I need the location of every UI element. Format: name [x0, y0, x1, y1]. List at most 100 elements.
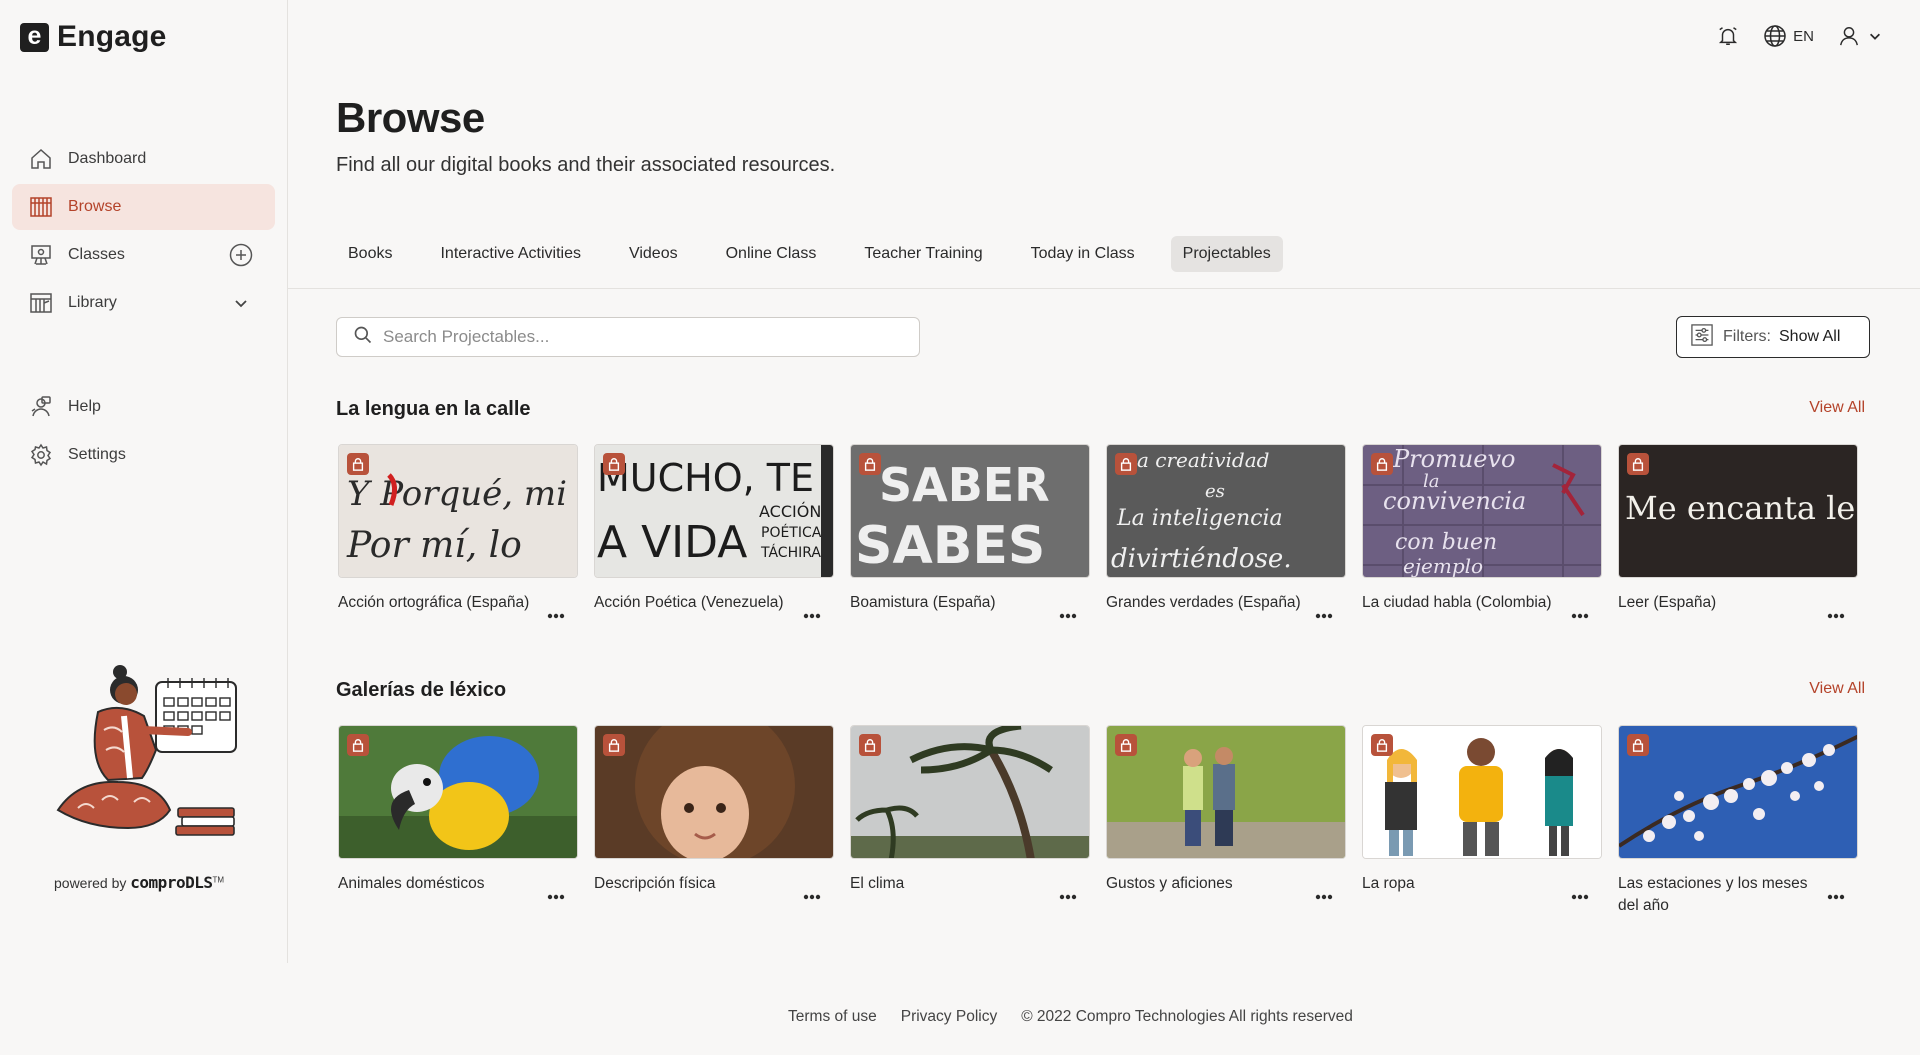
card-thumbnail[interactable]: Y Porqué, mi Por mí, lo	[338, 444, 578, 578]
tab-today-in-class[interactable]: Today in Class	[1019, 236, 1147, 272]
gear-icon	[28, 442, 54, 468]
powered-by: powered by comproDLSTM	[54, 873, 224, 892]
powered-tm: TM	[212, 875, 225, 885]
sidebar-item-label: Settings	[68, 446, 126, 463]
card-thumbnail[interactable]	[1106, 725, 1346, 859]
app-name: Engage	[57, 20, 167, 53]
svg-text:Me encanta leer.: Me encanta leer.	[1625, 489, 1858, 527]
tab-interactive-activities[interactable]: Interactive Activities	[428, 236, 593, 272]
card-title[interactable]: Leer (España)	[1618, 592, 1818, 614]
lock-icon	[603, 734, 625, 756]
card-title[interactable]: Acción ortográfica (España)	[338, 592, 538, 614]
more-options-icon[interactable]	[544, 885, 568, 909]
projectable-card[interactable]: Gustos y aficiones	[1106, 725, 1346, 917]
card-thumbnail[interactable]: MUCHO, TE A VIDA ACCIÓN POÉTICA TÁCHIRA	[594, 444, 834, 578]
sidebar-item-browse[interactable]: Browse	[12, 184, 275, 230]
projectable-card[interactable]: a creatividad es La inteligencia divirti…	[1106, 444, 1346, 619]
help-icon	[28, 394, 54, 420]
sidebar-item-help[interactable]: Help	[12, 384, 275, 430]
tab-online-class[interactable]: Online Class	[714, 236, 829, 272]
powered-brand: comproDLS	[130, 873, 213, 892]
tab-teacher-training[interactable]: Teacher Training	[852, 236, 994, 272]
card-thumbnail[interactable]: Promuevo la convivencia con buen ejemplo	[1362, 444, 1602, 578]
more-options-icon[interactable]	[1312, 885, 1336, 909]
card-thumbnail[interactable]	[1618, 725, 1858, 859]
card-title[interactable]: Boamistura (España)	[850, 592, 1050, 614]
card-row-la-lengua: Y Porqué, mi Por mí, lo Acción ortográfi…	[338, 444, 1874, 619]
card-title[interactable]: El clima	[850, 873, 1050, 895]
tab-videos[interactable]: Videos	[617, 236, 690, 272]
language-code: EN	[1793, 27, 1814, 45]
card-thumbnail[interactable]	[850, 725, 1090, 859]
card-title[interactable]: Gustos y aficiones	[1106, 873, 1306, 895]
lock-icon	[1627, 734, 1649, 756]
privacy-link[interactable]: Privacy Policy	[901, 1008, 997, 1026]
more-options-icon[interactable]	[800, 885, 824, 909]
sidebar-item-library[interactable]: Library	[12, 280, 275, 326]
card-title[interactable]: Las estaciones y los meses del año	[1618, 873, 1818, 917]
more-options-icon[interactable]	[1824, 885, 1848, 909]
notifications-button[interactable]	[1717, 25, 1739, 47]
sidebar-item-settings[interactable]: Settings	[12, 432, 275, 478]
card-thumbnail[interactable]: Me encanta leer.	[1618, 444, 1858, 578]
view-all-link[interactable]: View All	[1809, 680, 1865, 698]
projectable-card[interactable]: La ropa	[1362, 725, 1602, 917]
tab-projectables[interactable]: Projectables	[1170, 236, 1283, 272]
card-title[interactable]: Animales domésticos	[338, 873, 538, 895]
projectable-card[interactable]: Animales domésticos	[338, 725, 578, 917]
svg-text:TÁCHIRA: TÁCHIRA	[760, 544, 821, 561]
more-options-icon[interactable]	[1568, 604, 1592, 628]
card-thumbnail[interactable]	[594, 725, 834, 859]
tab-books[interactable]: Books	[336, 236, 404, 272]
lock-icon	[1371, 734, 1393, 756]
filters-label: Filters:	[1723, 328, 1771, 345]
sidebar-item-dashboard[interactable]: Dashboard	[12, 136, 275, 182]
classes-icon	[28, 242, 54, 268]
language-selector[interactable]: EN	[1763, 24, 1814, 48]
projectable-card[interactable]: Las estaciones y los meses del año	[1618, 725, 1858, 917]
app-logo[interactable]: e Engage	[20, 20, 167, 54]
projectable-card[interactable]: MUCHO, TE A VIDA ACCIÓN POÉTICA TÁCHIRA …	[594, 444, 834, 619]
sidebar-item-classes[interactable]: Classes	[12, 232, 275, 278]
more-options-icon[interactable]	[544, 604, 568, 628]
projectable-card[interactable]: SABER SABES Boamistura (España)	[850, 444, 1090, 619]
search-icon	[353, 325, 373, 350]
card-title[interactable]: La ropa	[1362, 873, 1562, 895]
terms-link[interactable]: Terms of use	[788, 1008, 877, 1026]
more-options-icon[interactable]	[1056, 885, 1080, 909]
chevron-down-icon[interactable]	[229, 291, 253, 315]
card-title[interactable]: Descripción física	[594, 873, 794, 895]
card-thumbnail[interactable]	[338, 725, 578, 859]
secondary-nav: Help Settings	[12, 384, 275, 480]
projectable-card[interactable]: Y Porqué, mi Por mí, lo Acción ortográfi…	[338, 444, 578, 619]
user-menu[interactable]	[1838, 25, 1882, 47]
more-options-icon[interactable]	[1568, 885, 1592, 909]
more-options-icon[interactable]	[1824, 604, 1848, 628]
add-class-icon[interactable]	[229, 243, 253, 267]
svg-text:es: es	[1205, 481, 1225, 502]
more-options-icon[interactable]	[1056, 604, 1080, 628]
copyright-text: © 2022 Compro Technologies All rights re…	[1021, 1008, 1353, 1025]
card-title[interactable]: La ciudad habla (Colombia)	[1362, 592, 1562, 614]
card-thumbnail[interactable]	[1362, 725, 1602, 859]
projectable-card[interactable]: Me encanta leer. Leer (España)	[1618, 444, 1858, 619]
more-options-icon[interactable]	[1312, 604, 1336, 628]
view-all-link[interactable]: View All	[1809, 399, 1865, 417]
filters-button[interactable]: Filters: Show All	[1676, 316, 1870, 358]
section-title-galerias: Galerías de léxico	[336, 679, 507, 701]
projectable-card[interactable]: Promuevo la convivencia con buen ejemplo…	[1362, 444, 1602, 619]
page-title: Browse	[336, 94, 485, 141]
card-thumbnail[interactable]: SABER SABES	[850, 444, 1090, 578]
card-thumbnail[interactable]: a creatividad es La inteligencia divirti…	[1106, 444, 1346, 578]
tabs-divider	[288, 288, 1920, 289]
card-title[interactable]: Acción Poética (Venezuela)	[594, 592, 794, 614]
powered-prefix: powered by	[54, 875, 127, 891]
projectable-card[interactable]: Descripción física	[594, 725, 834, 917]
more-options-icon[interactable]	[800, 604, 824, 628]
main-nav: Dashboard Browse Classes Library	[12, 136, 275, 328]
search-input[interactable]	[383, 327, 903, 347]
svg-text:divirtiéndose.: divirtiéndose.	[1111, 544, 1292, 574]
svg-text:POÉTICA: POÉTICA	[761, 524, 822, 541]
projectable-card[interactable]: El clima	[850, 725, 1090, 917]
card-title[interactable]: Grandes verdades (España)	[1106, 592, 1306, 614]
